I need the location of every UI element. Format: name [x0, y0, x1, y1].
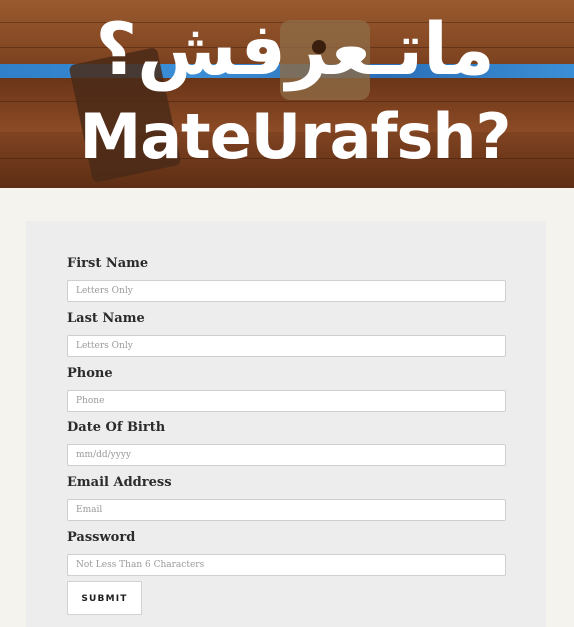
logo-arabic-text: ماتـعرفش؟	[95, 7, 495, 91]
password-input[interactable]	[67, 554, 506, 576]
submit-button[interactable]: SUBMIT	[67, 581, 142, 615]
signup-form: First Name Last Name Phone Date Of Birth…	[26, 221, 546, 627]
first-name-label: First Name	[67, 256, 149, 271]
first-name-field: First Name	[67, 255, 506, 302]
header-banner: ماتـعرفش؟ MateUrafsh?	[0, 0, 574, 188]
date-of-birth-label: Date Of Birth	[67, 420, 166, 435]
last-name-label: Last Name	[67, 311, 145, 326]
date-of-birth-field: Date Of Birth	[67, 419, 506, 466]
logo-english-text: MateUrafsh?	[79, 100, 512, 173]
email-label: Email Address	[67, 475, 172, 490]
phone-input[interactable]	[67, 390, 506, 412]
email-field: Email Address	[67, 474, 506, 521]
date-of-birth-input[interactable]	[67, 444, 506, 466]
password-label: Password	[67, 530, 136, 545]
last-name-input[interactable]	[67, 335, 506, 357]
first-name-input[interactable]	[67, 280, 506, 302]
phone-label: Phone	[67, 366, 113, 381]
email-input[interactable]	[67, 499, 506, 521]
password-field: Password	[67, 529, 506, 576]
last-name-field: Last Name	[67, 310, 506, 357]
phone-field: Phone	[67, 365, 506, 412]
